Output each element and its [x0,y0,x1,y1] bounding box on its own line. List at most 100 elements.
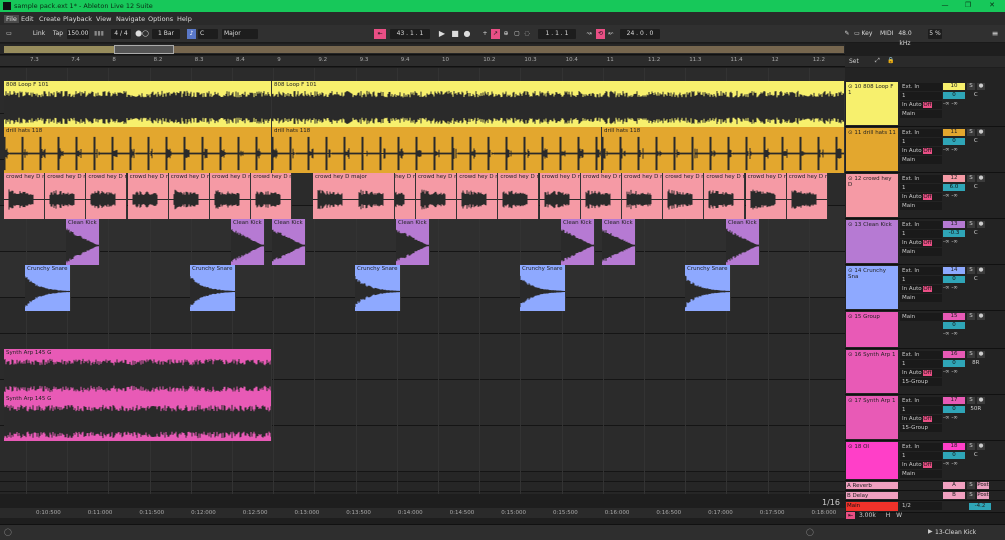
monitor-switch[interactable]: In Auto Off [900,239,942,247]
track-name[interactable]: ⊙ 16 Synth Arp 1 [846,350,898,393]
pan-field[interactable]: C [967,230,985,236]
input-channel-select[interactable]: 1 [900,276,942,284]
clip-808-loop[interactable]: 808 Loop F 101 [4,81,272,127]
input-channel-select[interactable]: 1 [900,92,942,100]
monitor-in[interactable]: In [902,462,907,468]
track-header[interactable]: ⊙ 14 Crunchy Sna Ext. In 1 In Auto Off Main 1… [845,265,1005,311]
clip-crunchy-snare[interactable]: Crunchy Snare [685,265,731,311]
arm-button[interactable]: ● [977,175,985,182]
output-select[interactable]: 15-Group [900,424,942,432]
clip-crowd-hey[interactable]: crowd hey D ma [580,173,622,219]
scale-selector[interactable]: Major [222,29,258,39]
input-type-select[interactable]: Ext. In [900,267,942,275]
menu-help[interactable]: Help [177,15,192,23]
midi-map-button[interactable]: MIDI [880,29,893,39]
follow-button[interactable]: ⇤ [374,29,386,39]
monitor-in[interactable]: In [902,370,907,376]
monitor-auto[interactable]: Auto [909,416,922,422]
main-output-select[interactable]: 1/2 [900,502,942,510]
clip-clean-kick[interactable]: Clean Kick [602,219,636,265]
monitor-switch[interactable]: In Auto Off [900,285,942,293]
metronome-icon[interactable]: ⬤◯ [134,29,150,39]
monitor-auto[interactable]: Auto [909,286,922,292]
menu-options[interactable]: Options [148,15,173,23]
menu-edit[interactable]: Edit [21,15,34,23]
pan-field[interactable]: 50R [967,406,985,412]
clip-drill-hats[interactable]: drill hats 118 [4,127,272,173]
solo-button[interactable]: S [967,129,975,136]
track-name[interactable]: ⊙ 14 Crunchy Sna [846,266,898,309]
volume-field[interactable]: 0 [943,92,965,99]
post-button[interactable]: Post [977,492,989,499]
loop-start-field[interactable]: 1 . 1 . 1 [538,29,576,39]
tempo-field[interactable]: 150.00 [67,29,89,39]
monitor-in[interactable]: In [902,148,907,154]
output-select[interactable]: Main [900,248,942,256]
volume-field[interactable]: -0.3 [943,230,965,237]
tap-tempo-button[interactable]: Tap [51,29,65,39]
clip-crunchy-snare[interactable]: Crunchy Snare [190,265,236,311]
clip-crowd-hey[interactable]: crowd hey D ma [745,173,787,219]
input-type-select[interactable]: Main [900,313,942,321]
arm-button[interactable]: ● [977,267,985,274]
monitor-in[interactable]: In [902,240,907,246]
clip-crowd-hey[interactable]: crowd hey D ma [539,173,581,219]
solo-button[interactable]: S [967,221,975,228]
clip-clean-kick[interactable]: Clean Kick [726,219,760,265]
track-activator[interactable]: 10 [943,83,965,90]
clip-crowd-hey[interactable]: crowd hey D ma [86,173,128,219]
info-icon[interactable]: ◯ [4,528,12,536]
record-button[interactable]: ● [462,29,472,39]
loop-toggle-button[interactable]: ⟲ [596,29,605,39]
clip-clean-kick[interactable]: Clean Kick [396,219,430,265]
volume-field[interactable]: 0 [943,406,965,413]
stop-button[interactable]: ■ [450,29,460,39]
output-select[interactable]: 15-Group [900,378,942,386]
send-knobs[interactable]: -∞ -∞ [943,461,958,467]
arrangement-overview[interactable] [0,44,845,55]
h-button[interactable]: H [886,512,891,519]
monitor-switch[interactable]: In Auto Off [900,461,942,469]
clip-drill-hats[interactable]: drill hats 118 [602,127,845,173]
clip-clean-kick[interactable]: Clean Kick [66,219,100,265]
menu-navigate[interactable]: Navigate [116,15,145,23]
link-button[interactable]: Link [31,29,47,39]
input-type-select[interactable]: Ext. In [900,83,942,91]
volume-field[interactable]: 0 [943,360,965,367]
send-knobs[interactable]: -∞ -∞ [943,193,958,199]
clip-crowd-hey[interactable]: crowd hey D ma [168,173,210,219]
key-scale-toggle-icon[interactable]: ♪ [187,29,196,39]
return-name[interactable]: B Delay [846,492,898,499]
volume-field[interactable]: 0 [943,322,965,329]
track-header[interactable]: ⊙ 10 808 Loop F 1 Ext. In 1 In Auto Off Main… [845,81,1005,127]
solo-button[interactable]: S [967,313,975,320]
track-name[interactable]: ⊙ 13 Clean Kick [846,220,898,263]
monitor-auto[interactable]: Auto [909,102,922,108]
track-activator[interactable]: 13 [943,221,965,228]
input-channel-select[interactable]: 1 [900,406,942,414]
solo-button[interactable]: S [967,83,975,90]
input-type-select[interactable]: Ext. In [900,443,942,451]
send-knobs[interactable]: -∞ -∞ [943,415,958,421]
input-channel-select[interactable]: 1 [900,230,942,238]
monitor-off[interactable]: Off [923,416,932,422]
arm-button[interactable]: ● [977,129,985,136]
menu-create[interactable]: Create [39,15,61,23]
output-select[interactable]: Main [900,202,942,210]
expand-icon[interactable]: ⤢ [875,57,880,65]
clip-crowd-hey-major[interactable]: crowd hey D major [313,173,395,219]
track-header[interactable]: ⊙ 12 crowd hey D Ext. In 1 In Auto Off Main 1… [845,173,1005,219]
volume-field[interactable]: 0 [943,138,965,145]
punch-in-icon[interactable]: ↝ [584,29,594,39]
volume-field[interactable]: 6.0 [943,184,965,191]
monitor-off[interactable]: Off [923,102,932,108]
loop-icon[interactable]: ◌ [522,29,532,39]
input-type-select[interactable]: Ext. In [900,129,942,137]
monitor-auto[interactable]: Auto [909,462,922,468]
clip-crowd-hey[interactable]: crowd hey D ma [622,173,663,219]
monitor-switch[interactable]: In Auto Off [900,369,942,377]
monitor-off[interactable]: Off [923,148,932,154]
return-track[interactable]: B Delay B S Post [845,491,1005,501]
input-channel-select[interactable]: 1 [900,360,942,368]
track-activator[interactable]: 17 [943,397,965,404]
